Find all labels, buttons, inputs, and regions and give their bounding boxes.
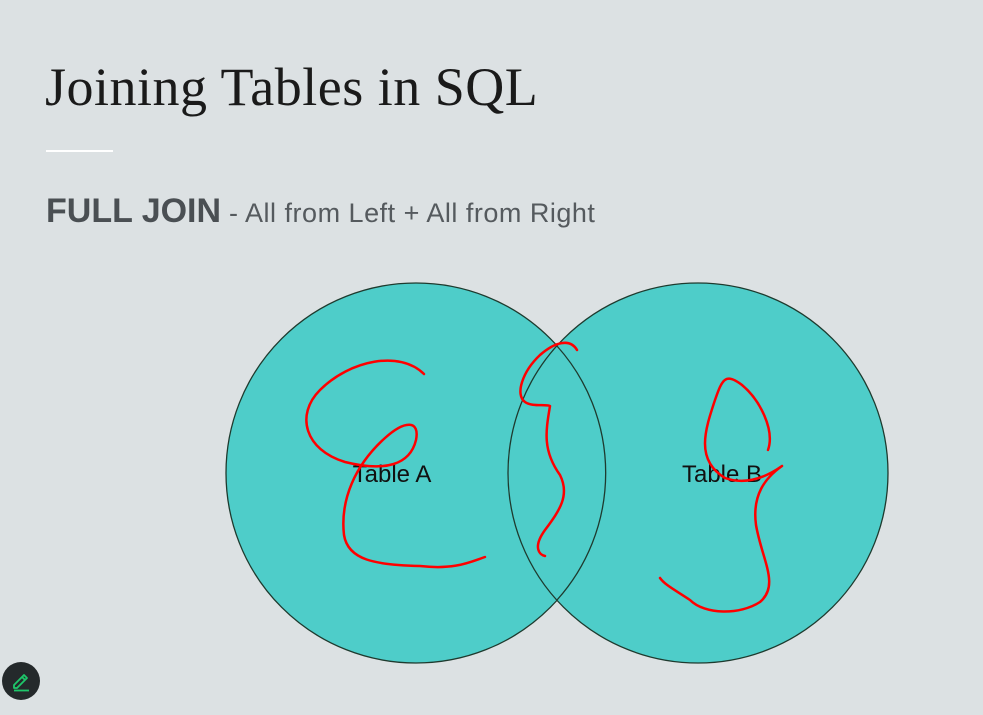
venn-diagram: Table A Table B xyxy=(225,282,889,664)
label-table-b: Table B xyxy=(682,461,762,488)
pencil-icon xyxy=(13,674,29,692)
pen-tool-button[interactable] xyxy=(2,662,40,700)
